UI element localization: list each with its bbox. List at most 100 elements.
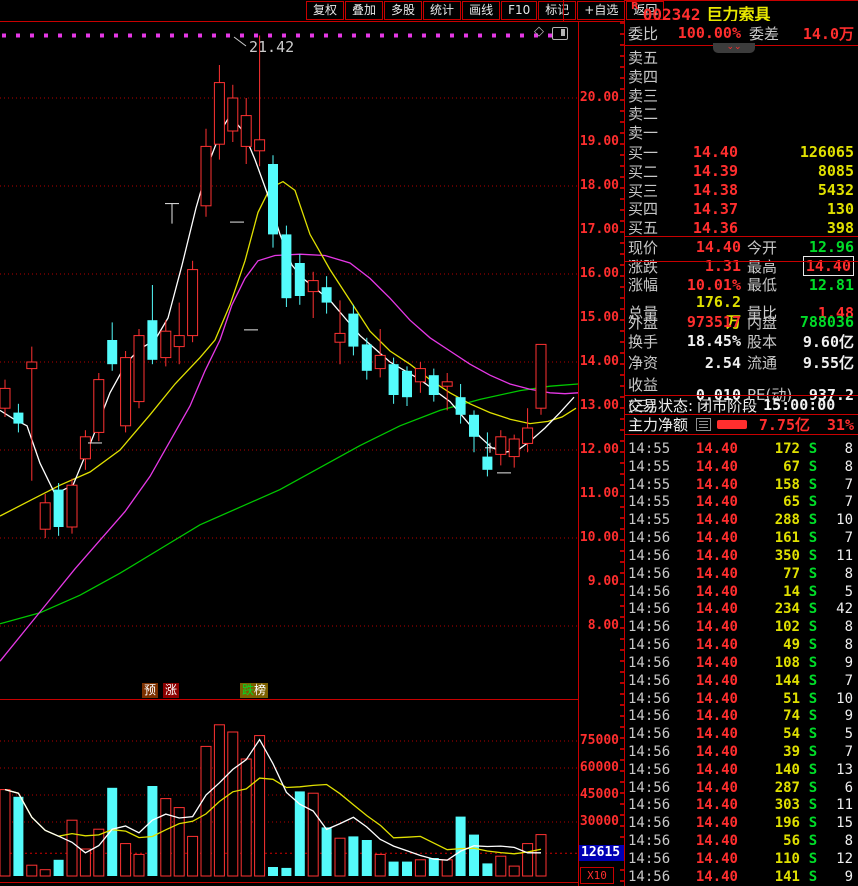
tick-row[interactable]: 14:5614.40196S15 (625, 814, 858, 832)
ma-lines (0, 116, 578, 662)
tick-row[interactable]: 14:5614.40110S12 (625, 850, 858, 868)
stat-row: 外盘973517内盘788036 (625, 312, 858, 331)
tick-list[interactable]: 14:5514.40172S814:5514.4067S814:5514.401… (625, 440, 858, 886)
tick-row[interactable]: 14:5614.40303S11 (625, 797, 858, 815)
list-icon[interactable] (696, 418, 711, 431)
tick-count: 15 (826, 815, 853, 831)
volume-pane-bottom-border (0, 882, 624, 883)
tick-row[interactable]: 14:5514.40288S10 (625, 511, 858, 529)
tick-row[interactable]: 14:5514.40158S7 (625, 476, 858, 494)
tick-volume: 140 (738, 762, 800, 778)
tick-count: 7 (826, 477, 853, 493)
tick-price: 14.40 (674, 512, 738, 528)
sell-level-row[interactable]: 卖三 (625, 85, 858, 104)
tick-side: S (800, 708, 826, 724)
tick-volume: 110 (738, 851, 800, 867)
stat-row: 现价14.40今开12.96 (625, 237, 858, 256)
rights-marker: R (631, 1, 639, 12)
window-icon[interactable] (552, 27, 568, 40)
tick-time: 14:56 (628, 601, 674, 617)
sep (625, 236, 858, 237)
level-price: 14.38 (672, 181, 738, 199)
menu-button[interactable]: 叠加 (345, 1, 383, 20)
menu-button[interactable]: F10 (501, 1, 537, 20)
tick-side: S (800, 441, 826, 457)
sell-level-row[interactable]: 卖二 (625, 103, 858, 122)
buy-level-row[interactable]: 买三14.385432 (625, 180, 858, 199)
sell-level-row[interactable]: 卖一 (625, 122, 858, 141)
fall-rank-label-2: 榜 (254, 683, 266, 697)
tick-row[interactable]: 14:5614.4077S8 (625, 565, 858, 583)
tick-row[interactable]: 14:5614.4056S8 (625, 832, 858, 850)
tick-row[interactable]: 14:5514.4065S7 (625, 493, 858, 511)
volume-axis-label: 45000 (580, 787, 619, 802)
tick-side: S (800, 833, 826, 849)
axis-scale-badge: X10 (580, 867, 614, 884)
stat-row: 涨幅10.01%最低12.81 (625, 274, 858, 293)
tick-row[interactable]: 14:5614.40108S9 (625, 654, 858, 672)
tick-row[interactable]: 14:5614.4051S10 (625, 690, 858, 708)
tick-row[interactable]: 14:5614.40141S9 (625, 868, 858, 886)
stat-value: 9.55亿 (797, 352, 854, 373)
menu-button[interactable]: +自选 (577, 1, 625, 20)
stat-value-inner: 9.55亿 (803, 354, 854, 372)
tick-price: 14.40 (674, 673, 738, 689)
tick-volume: 158 (738, 477, 800, 493)
predict-button[interactable]: 预 (142, 683, 158, 698)
buy-level-row[interactable]: 买一14.40126065 (625, 142, 858, 161)
level-price: 14.36 (672, 219, 738, 237)
tick-row[interactable]: 14:5614.4014S5 (625, 583, 858, 601)
tick-row[interactable]: 14:5614.40102S8 (625, 618, 858, 636)
tick-row[interactable]: 14:5514.40172S8 (625, 440, 858, 458)
tick-row[interactable]: 14:5614.40144S7 (625, 672, 858, 690)
tick-row[interactable]: 14:5614.40287S6 (625, 779, 858, 797)
diamond-icon[interactable]: ◇ (534, 24, 544, 39)
menu-button[interactable]: 标记 (538, 1, 576, 20)
tick-volume: 234 (738, 601, 800, 617)
sell-level-row[interactable]: 卖四 (625, 66, 858, 85)
price-axis-label: 13.00 (580, 398, 619, 413)
price-chart[interactable]: 21.42 (0, 22, 578, 682)
tick-row[interactable]: 14:5614.40140S13 (625, 761, 858, 779)
tick-volume: 77 (738, 566, 800, 582)
tick-volume: 56 (738, 833, 800, 849)
menu-button[interactable]: 复权 (306, 1, 344, 20)
menu-button[interactable]: 画线 (462, 1, 500, 20)
tick-row[interactable]: 14:5614.40350S11 (625, 547, 858, 565)
stat-label: 最低 (741, 274, 797, 295)
volume-chart[interactable] (0, 700, 578, 883)
tick-row[interactable]: 14:5614.4074S9 (625, 707, 858, 725)
tick-row[interactable]: 14:5614.40161S7 (625, 529, 858, 547)
tick-row[interactable]: 14:5614.40234S42 (625, 600, 858, 618)
tick-row[interactable]: 14:5614.4039S7 (625, 743, 858, 761)
stat-value: 12.96 (797, 238, 854, 256)
menu-button[interactable]: 统计 (423, 1, 461, 20)
tick-volume: 144 (738, 673, 800, 689)
fall-rank-button[interactable]: 跌榜 (240, 683, 268, 698)
buy-level-row[interactable]: 买五14.36398 (625, 217, 858, 236)
tick-row[interactable]: 14:5514.4067S8 (625, 458, 858, 476)
stat-label: 股本 (741, 331, 797, 352)
tick-price: 14.40 (674, 566, 738, 582)
tick-time: 14:56 (628, 833, 674, 849)
tick-time: 14:56 (628, 797, 674, 813)
rise-button[interactable]: 涨 (163, 683, 179, 698)
tick-side: S (800, 797, 826, 813)
weicha-value: 14.0万 (783, 23, 854, 44)
stat-value: 12.81 (797, 276, 854, 294)
price-axis-label: 10.00 (580, 530, 619, 545)
buy-level-row[interactable]: 买四14.37130 (625, 198, 858, 217)
buy-level-row[interactable]: 买二14.398085 (625, 161, 858, 180)
main-flow-row[interactable]: 主力净额 7.75亿 31% (625, 415, 858, 434)
tick-row[interactable]: 14:5614.4054S5 (625, 725, 858, 743)
tick-row[interactable]: 14:5614.4049S8 (625, 636, 858, 654)
level-price: 14.39 (672, 162, 738, 180)
stat-value: 788036 (797, 313, 854, 331)
tick-side: S (800, 584, 826, 600)
tick-volume: 54 (738, 726, 800, 742)
tick-time: 14:56 (628, 744, 674, 760)
tick-price: 14.40 (674, 869, 738, 885)
price-axis[interactable]: 12615 X10 20.0019.0018.0017.0016.0015.00… (579, 22, 624, 886)
menu-button[interactable]: 多股 (384, 1, 422, 20)
collapse-order-book-tab[interactable]: ⌄⌄ (713, 43, 755, 53)
